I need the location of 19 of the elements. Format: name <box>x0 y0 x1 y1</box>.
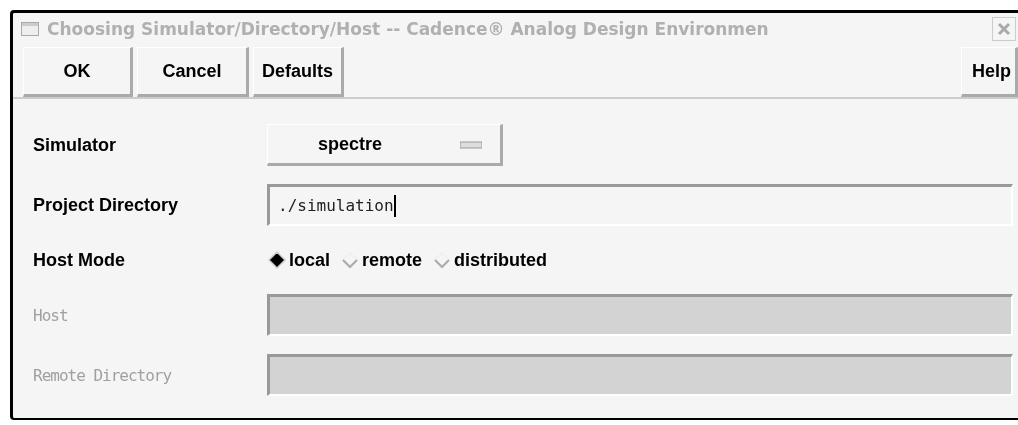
text-field[interactable]: ./simulation <box>267 184 1013 226</box>
dialog-button[interactable]: OK <box>23 47 133 97</box>
close-button[interactable] <box>992 17 1016 41</box>
field-label: Project Directory <box>33 194 180 216</box>
dropdown-indicator-icon <box>460 139 482 149</box>
field-label: Simulator <box>33 134 117 156</box>
dialog-button[interactable]: Defaults <box>253 47 344 97</box>
radio-option[interactable]: distributed <box>432 249 548 271</box>
simulator-dropdown[interactable]: spectre <box>267 124 503 166</box>
field-label: Remote Directory <box>33 365 173 385</box>
close-icon <box>996 21 1012 37</box>
radio-option[interactable]: local <box>267 249 331 271</box>
radio-option[interactable]: remote <box>340 249 423 271</box>
window-icon <box>21 22 39 36</box>
field-label: Host <box>33 305 69 325</box>
dialog-button[interactable]: Cancel <box>137 47 249 97</box>
window-title: Choosing Simulator/Directory/Host -- Cadence® Analog Design Environmen <box>47 19 770 39</box>
help-button[interactable]: Help <box>961 47 1018 97</box>
field-label: Host Mode <box>33 249 126 271</box>
